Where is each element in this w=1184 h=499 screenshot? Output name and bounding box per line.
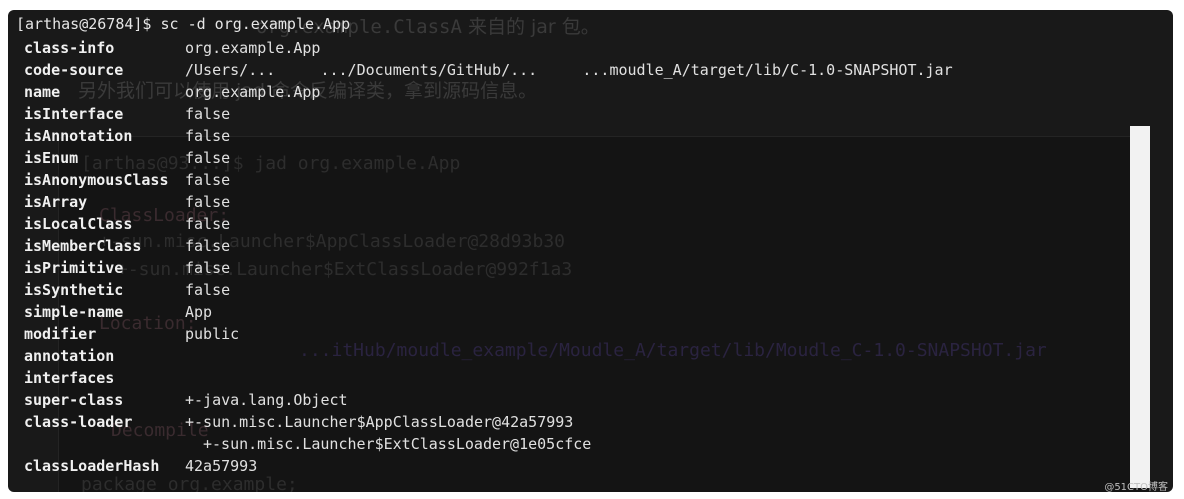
field-key: isEnum	[24, 149, 79, 167]
command-prompt: [arthas@26784]$ sc -d org.example.App	[16, 15, 351, 33]
field-key: annotation	[24, 347, 115, 365]
field-key: name	[24, 83, 61, 101]
field-value: false	[185, 193, 231, 211]
field-value: false	[185, 171, 231, 189]
field-value: /Users/... .../Documents/GitHub/... ...m…	[185, 61, 953, 79]
field-key: isInterface	[24, 105, 124, 123]
field-value: public	[185, 325, 240, 343]
field-value: false	[185, 149, 231, 167]
field-value: 42a57993	[185, 457, 258, 475]
field-key: isAnnotation	[24, 127, 133, 145]
field-key: isPrimitive	[24, 259, 124, 277]
background-cn-text: 来自的 jar 包。	[467, 16, 600, 38]
field-value: +-sun.misc.Launcher$ExtClassLoader@1e05c…	[203, 435, 592, 453]
watermark: @51CTO博客	[1104, 482, 1168, 493]
field-value: false	[185, 105, 231, 123]
field-key: class-loader	[24, 413, 133, 431]
field-key: modifier	[24, 325, 97, 343]
field-value: org.example.App	[185, 83, 321, 101]
field-key: code-source	[24, 61, 124, 79]
field-key: isAnonymousClass	[24, 171, 169, 189]
field-key: isLocalClass	[24, 215, 133, 233]
field-key: isSynthetic	[24, 281, 124, 299]
page-margin-strip	[1130, 126, 1150, 488]
field-key: classLoaderHash	[24, 457, 160, 475]
field-key: isArray	[24, 193, 88, 211]
field-value: +-java.lang.Object	[185, 391, 348, 409]
field-key: interfaces	[24, 369, 115, 387]
ghost-loader1: +-sun.misc.Launcher$AppClassLoader@28d93…	[99, 231, 565, 252]
field-value: false	[185, 237, 231, 255]
field-value: false	[185, 259, 231, 277]
field-value: false	[185, 127, 231, 145]
field-key: class-info	[24, 39, 115, 57]
field-value: org.example.App	[185, 39, 321, 57]
field-value: false	[185, 281, 231, 299]
field-key: simple-name	[24, 303, 124, 321]
field-key: super-class	[24, 391, 124, 409]
field-value: +-sun.misc.Launcher$AppClassLoader@42a57…	[185, 413, 574, 431]
ghost-path: ...itHub/moudle_example/Moudle_A/target/…	[299, 340, 1047, 361]
field-key: isMemberClass	[24, 237, 142, 255]
terminal-window: org.example.ClassA 来自的 jar 包。 另外我们可以使用 j…	[8, 10, 1173, 492]
field-value: false	[185, 215, 231, 233]
field-value: App	[185, 303, 213, 321]
